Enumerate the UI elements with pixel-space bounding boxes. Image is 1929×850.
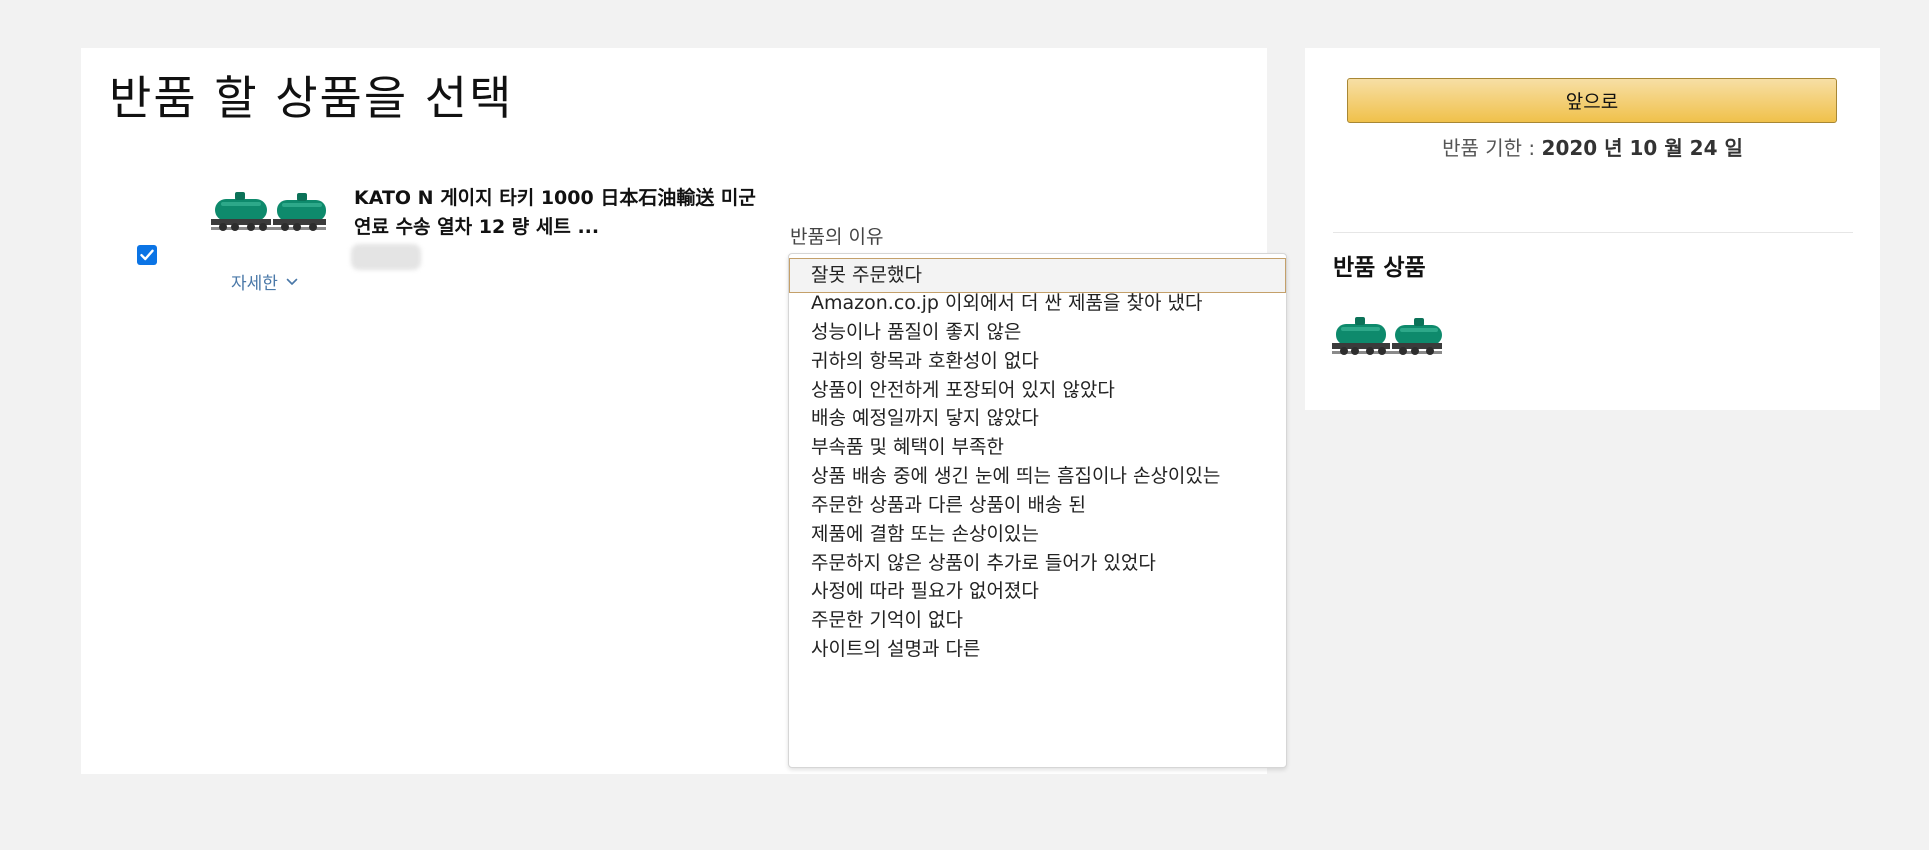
reason-label: 반품의 이유 xyxy=(790,226,884,248)
divider xyxy=(1333,232,1853,233)
reason-option-not-as-described[interactable]: 사이트의 설명과 다른 xyxy=(789,632,1286,667)
return-items-title: 반품 상품 xyxy=(1333,255,1426,281)
details-label: 자세한 xyxy=(231,274,278,294)
checkmark-icon xyxy=(140,249,154,261)
train-tank-car-image xyxy=(211,186,326,236)
return-deadline: 반품 기한 : 2020 년 10 월 24 일 xyxy=(1305,132,1880,161)
reason-dropdown[interactable]: 잘못 주문했다 Amazon.co.jp 이외에서 더 싼 제품을 찾아 냈다 … xyxy=(788,253,1287,768)
deadline-label: 반품 기한 : xyxy=(1442,136,1542,160)
continue-button[interactable]: 앞으로 xyxy=(1347,78,1837,123)
item-checkbox[interactable] xyxy=(137,245,157,265)
item-title: KATO N 게이지 타키 1000 日本石油輸送 미군 연료 수송 열차 12… xyxy=(354,187,756,238)
deadline-date: 2020 년 10 월 24 일 xyxy=(1541,136,1743,160)
price-redacted xyxy=(351,244,421,270)
details-toggle[interactable]: 자세한 xyxy=(231,269,298,294)
train-tank-car-image xyxy=(1332,312,1442,360)
page-title: 반품 할 상품을 선택 xyxy=(109,71,514,125)
chevron-down-icon xyxy=(286,278,298,285)
return-selection-panel: 반품 할 상품을 선택 KATO N 게이지 타키 1000 日本石油輸送 미군… xyxy=(81,48,1287,774)
summary-panel: 앞으로 반품 기한 : 2020 년 10 월 24 일 반품 상품 xyxy=(1305,48,1880,410)
